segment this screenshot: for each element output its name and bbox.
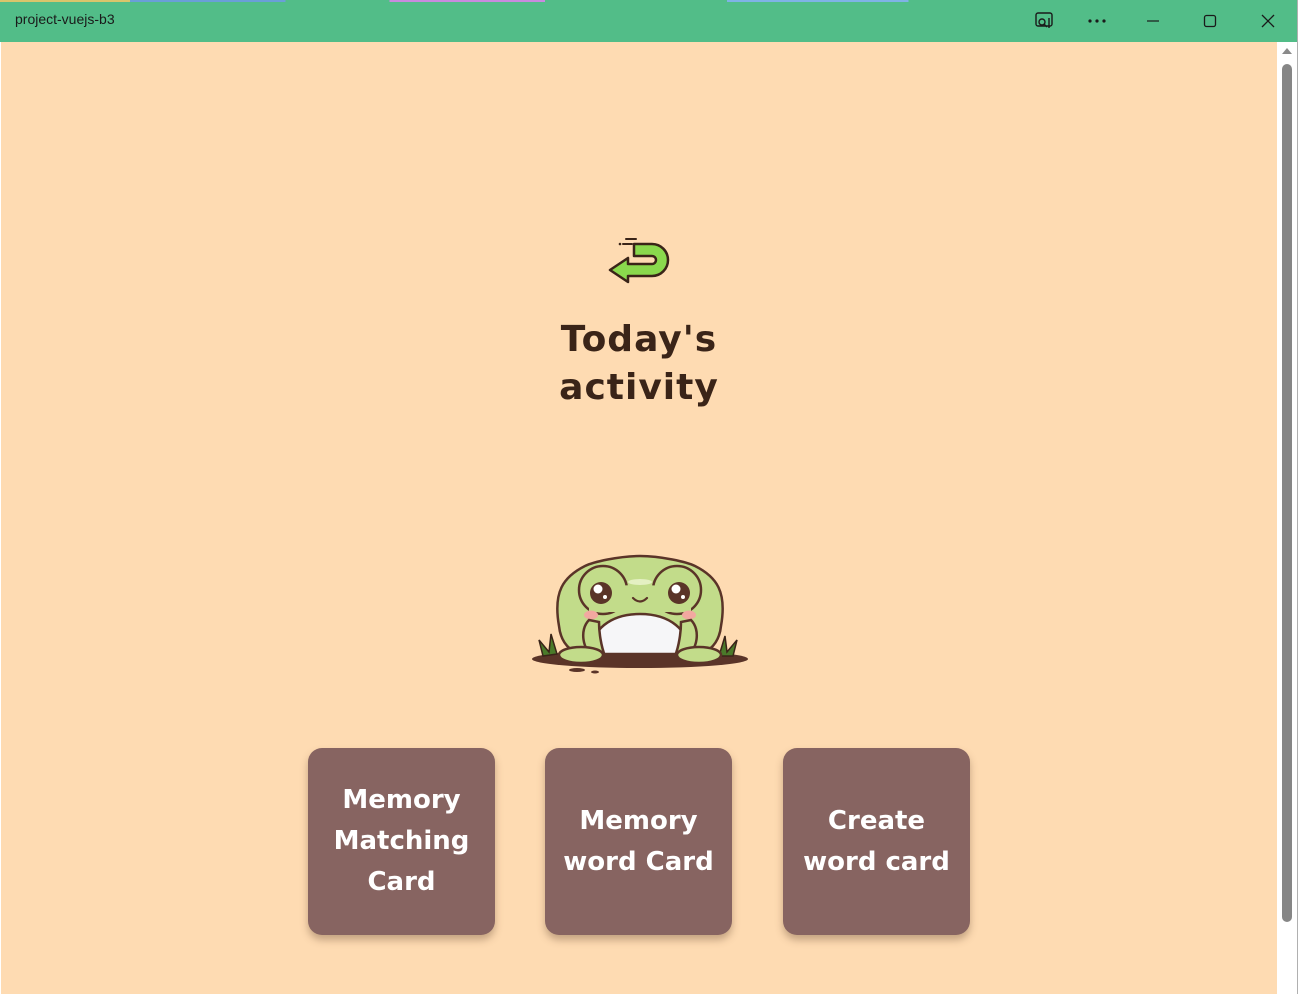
main-content: Today's activity Memory Matching Card Me…	[1, 42, 1277, 994]
close-icon[interactable]	[1245, 0, 1291, 42]
memory-word-card-button[interactable]: Memory word Card	[545, 748, 732, 935]
card-label: Memory word Card	[556, 801, 721, 883]
back-arrow-icon[interactable]	[604, 235, 674, 291]
more-options-icon[interactable]	[1074, 0, 1120, 42]
frog-mascot	[529, 522, 751, 680]
minimize-icon[interactable]	[1130, 0, 1176, 42]
scroll-up-icon[interactable]	[1282, 48, 1292, 54]
title-line-1: Today's	[560, 319, 718, 360]
page-title: Today's activity	[501, 316, 777, 412]
card-label: Memory Matching Card	[319, 780, 484, 903]
card-label-line: Matching	[333, 826, 470, 856]
window-title: project-vuejs-b3	[15, 11, 115, 27]
title-line-2: activity	[559, 367, 719, 408]
scrollbar-thumb[interactable]	[1282, 64, 1292, 922]
card-label: Create word card	[794, 801, 959, 883]
create-word-card-button[interactable]: Create word card	[783, 748, 970, 935]
memory-matching-card-button[interactable]: Memory Matching Card	[308, 748, 495, 935]
vertical-scrollbar[interactable]	[1277, 42, 1297, 994]
maximize-icon[interactable]	[1187, 0, 1233, 42]
card-label-line: Card	[367, 867, 436, 897]
app-window: project-vuejs-b3 Today's activity Memory…	[0, 0, 1298, 994]
card-label-line: Memory	[579, 805, 698, 836]
cast-icon[interactable]	[1021, 0, 1067, 42]
card-label-line: Create	[827, 805, 926, 836]
title-bar[interactable]: project-vuejs-b3	[0, 0, 1298, 42]
card-label-line: Memory	[342, 785, 461, 815]
card-label-line: word card	[803, 846, 950, 877]
card-label-line: word Card	[563, 846, 714, 877]
